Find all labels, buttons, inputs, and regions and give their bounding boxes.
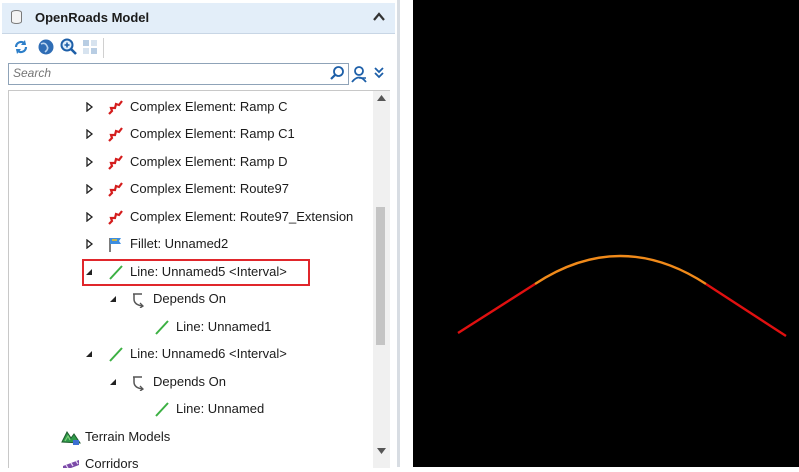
tree-row-depends-on[interactable]: Depends On [9,288,374,310]
line-icon [109,347,123,362]
tree-row-label: Complex Element: Ramp C1 [130,126,295,141]
tree-row-ramp-c1[interactable]: Complex Element: Ramp C1 [9,123,374,145]
tree-row-route97[interactable]: Complex Element: Route97 [9,178,374,200]
tree-row-label: Line: Unnamed6 <Interval> [130,346,287,361]
tree-row-label: Complex Element: Ramp C [130,99,288,114]
tangent-line-right[interactable] [705,282,787,338]
tree-row-depends-on[interactable]: Depends On [9,371,374,393]
collapse-arrow-icon[interactable] [108,377,118,387]
corridors-icon [63,460,79,468]
expand-arrow-icon[interactable] [84,157,94,167]
selection-highlight-box [82,259,310,286]
line-icon [155,320,169,335]
tree-row-label: Complex Element: Route97_Extension [130,209,354,224]
tree-row-label: Line: Unnamed1 [176,319,272,334]
zoom-icon[interactable] [60,38,78,56]
tree-row-corridors[interactable]: Corridors [9,453,374,468]
tree-row-route97-extension[interactable]: Complex Element: Route97_Extension [9,206,374,228]
tree-row-ramp-c[interactable]: Complex Element: Ramp C [9,96,374,118]
fillet-icon [109,238,121,252]
tree-row-label: Line: Unnamed [176,401,265,416]
globe-icon[interactable] [37,38,55,56]
model-tree: Complex Element: Ramp C Complex Element:… [8,90,374,468]
tree-row-line-unnamed[interactable]: Line: Unnamed [9,398,374,420]
search-box[interactable] [8,63,349,85]
expand-arrow-icon[interactable] [84,102,94,112]
panel-toolbar [2,34,395,62]
scrollbar-thumb[interactable] [376,207,385,345]
tree-scrollbar[interactable] [373,90,390,468]
expand-options-icon[interactable] [373,66,385,80]
complex-element-icon [108,127,123,142]
openroads-model-panel: OpenRoads Model Search Complex Element: … [0,0,397,468]
tree-row-label: Depends On [153,374,226,389]
tree-row-label: Complex Element: Ramp D [130,154,288,169]
alignment-geometry [457,254,787,338]
expand-arrow-icon[interactable] [84,239,94,249]
database-icon [11,10,22,24]
panel-header: OpenRoads Model [2,3,395,34]
collapse-arrow-icon[interactable] [84,349,94,359]
tree-row-label: Complex Element: Route97 [130,181,289,196]
complex-element-icon [108,182,123,197]
tangent-line-left[interactable] [457,282,536,335]
scroll-up-arrow-icon[interactable] [377,95,386,101]
depends-on-icon [133,376,145,391]
tree-row-line-unnamed1[interactable]: Line: Unnamed1 [9,316,374,338]
tree-row-line-unnamed6[interactable]: Line: Unnamed6 <Interval> [9,343,374,365]
panel-title: OpenRoads Model [35,10,150,25]
search-options-icon[interactable] [350,65,368,83]
tree-row-label: Fillet: Unnamed2 [130,236,229,251]
tree-row-label: Depends On [153,291,226,306]
collapse-arrow-icon[interactable] [108,294,118,304]
expand-arrow-icon[interactable] [84,212,94,222]
scroll-down-arrow-icon[interactable] [377,448,386,454]
expand-arrow-icon[interactable] [84,129,94,139]
drawing-viewport[interactable] [413,0,799,467]
line-icon [155,402,169,417]
complex-element-icon [108,155,123,170]
tree-row-label: Corridors [85,456,139,468]
grid-view-icon[interactable] [81,38,99,56]
pane-gap [400,0,413,467]
toolbar-separator [103,38,104,58]
search-input[interactable] [9,64,317,82]
refresh-icon[interactable] [12,38,30,56]
expand-arrow-icon[interactable] [84,184,94,194]
search-icon[interactable] [329,65,345,81]
tree-row-fillet[interactable]: Fillet: Unnamed2 [9,233,374,255]
depends-on-icon [133,293,145,308]
tree-row-ramp-d[interactable]: Complex Element: Ramp D [9,151,374,173]
tree-row-terrain-models[interactable]: Terrain Models [9,426,374,448]
tree-row-label: Terrain Models [85,429,171,444]
curve-arc[interactable] [534,254,707,286]
complex-element-icon [108,210,123,225]
collapse-panel-icon[interactable] [371,9,387,25]
complex-element-icon [108,100,123,115]
terrain-models-icon [61,431,81,445]
